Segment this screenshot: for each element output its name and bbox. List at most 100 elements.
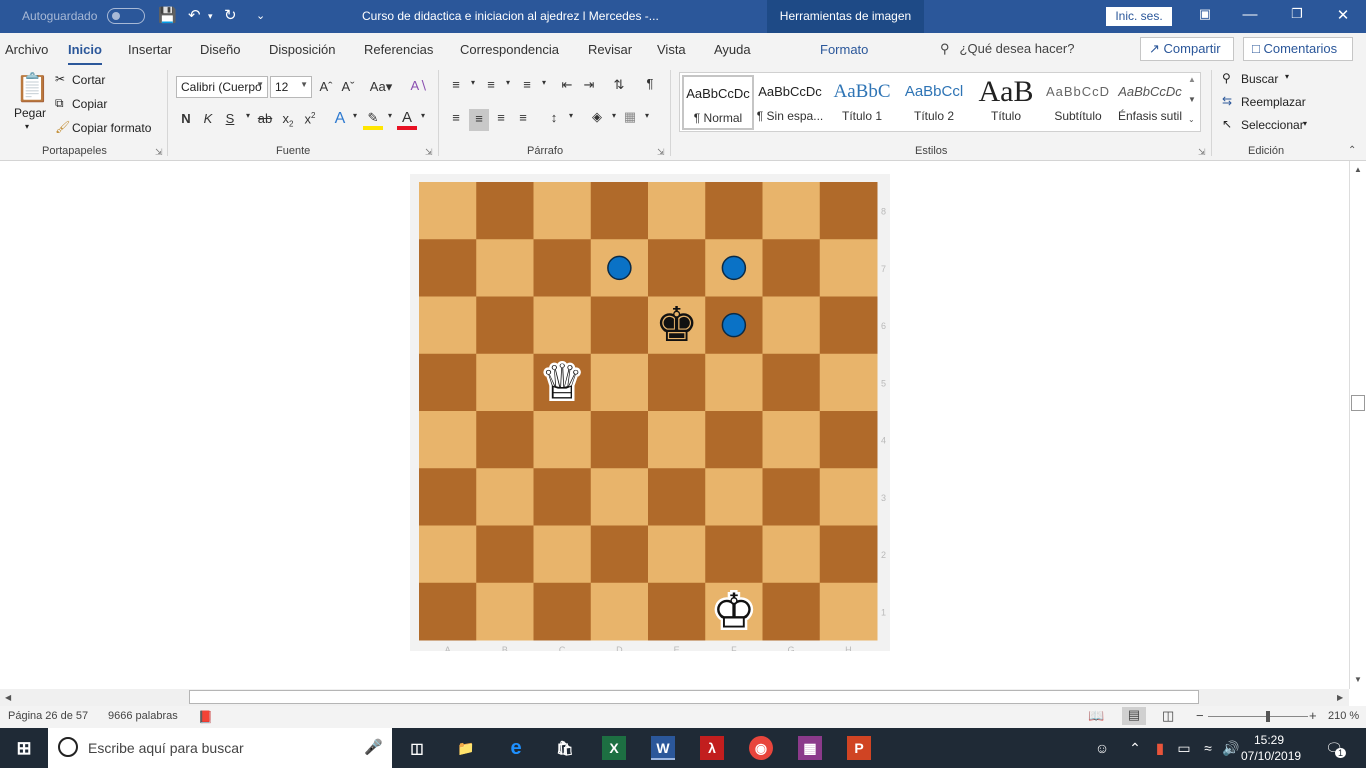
tell-me-search[interactable]: ⚲ ¿Qué desea hacer?	[940, 41, 1074, 57]
volume-icon[interactable]: 🔊	[1219, 736, 1243, 760]
replace-button[interactable]: Reemplazar	[1241, 95, 1306, 109]
style-no-spacing[interactable]: AaBbCcDc ¶ Sin espa...	[754, 75, 826, 130]
proofing-icon[interactable]: 📕	[198, 710, 213, 724]
zoom-out-icon[interactable]: −	[1196, 708, 1204, 723]
copy-button[interactable]: Copiar	[72, 97, 107, 111]
read-mode-icon[interactable]: 📖	[1088, 708, 1104, 724]
clipboard-launcher-icon[interactable]: ⇲	[155, 147, 163, 158]
style-normal[interactable]: AaBbCcDc ¶ Normal	[682, 75, 754, 130]
people-icon[interactable]: ☺	[1090, 736, 1114, 760]
task-view-icon[interactable]: ◫	[405, 736, 429, 760]
cut-button[interactable]: Cortar	[72, 73, 105, 87]
font-color-dropdown-icon[interactable]: ▾	[413, 111, 433, 120]
shrink-font-icon[interactable]: Aˇ	[338, 79, 358, 94]
show-formatting-button[interactable]: ¶	[640, 76, 660, 91]
scroll-down-icon[interactable]: ▼	[1354, 675, 1362, 684]
vertical-scrollbar[interactable]: ▲ ▼	[1349, 161, 1366, 689]
select-button[interactable]: Seleccionar	[1241, 118, 1304, 132]
restore-icon[interactable]: ❐	[1282, 6, 1312, 22]
windows-start-icon[interactable]: ⊞	[12, 736, 36, 760]
zoom-slider-thumb[interactable]	[1266, 711, 1270, 722]
subscript-button[interactable]: x2	[278, 111, 298, 129]
style-heading-1[interactable]: AaBbC Título 1	[826, 75, 898, 130]
clock[interactable]: 15:29 07/10/2019	[1241, 732, 1301, 764]
align-left-icon[interactable]: ≡	[446, 110, 466, 125]
decrease-indent-icon[interactable]: ⇤	[557, 77, 577, 93]
horizontal-scrollbar[interactable]: ◀ ▶	[0, 689, 1349, 706]
font-size-combo[interactable]: 12 ▼	[270, 76, 312, 98]
battery-icon[interactable]: ▭	[1172, 736, 1196, 760]
horizontal-scroll-thumb[interactable]	[189, 690, 1199, 704]
print-layout-icon[interactable]: ▤	[1122, 707, 1146, 725]
styles-more-icon[interactable]: ⌄	[1188, 115, 1195, 124]
format-painter-button[interactable]: Copiar formato	[72, 121, 151, 135]
powerpoint-icon[interactable]: P	[847, 736, 871, 760]
style-heading-2[interactable]: AaBbCcl Título 2	[898, 75, 970, 130]
customize-toolbar-icon[interactable]: ⌄	[256, 7, 265, 25]
underline-button[interactable]: S	[220, 111, 240, 126]
scroll-right-icon[interactable]: ▶	[1337, 693, 1343, 702]
close-icon[interactable]: ✕	[1328, 6, 1358, 24]
styles-scroll-up-icon[interactable]: ▲	[1188, 75, 1196, 84]
tab-diseno[interactable]: Diseño	[200, 42, 240, 57]
zoom-in-icon[interactable]: +	[1309, 708, 1317, 723]
microphone-icon[interactable]: 🎤	[364, 738, 383, 756]
store-icon[interactable]: 🛍	[553, 736, 577, 760]
collapse-ribbon-icon[interactable]: ⌃	[1348, 145, 1356, 156]
tab-insertar[interactable]: Insertar	[128, 42, 172, 57]
increase-indent-icon[interactable]: ⇥	[579, 77, 599, 93]
text-effects-dropdown-icon[interactable]: ▾	[345, 111, 365, 120]
paste-dropdown-icon[interactable]: ▾	[25, 122, 29, 131]
sort-icon[interactable]: ⇅	[609, 77, 629, 93]
chrome-icon[interactable]: ◉	[749, 736, 773, 760]
bold-button[interactable]: N	[176, 111, 196, 126]
share-button[interactable]: ↗ Compartir	[1140, 37, 1234, 61]
borders-dropdown-icon[interactable]: ▾	[637, 111, 657, 120]
style-subtle-emphasis[interactable]: AaBbCcDc Énfasis sutil	[1114, 75, 1186, 130]
winrar-icon[interactable]: ▦	[798, 736, 822, 760]
scroll-left-icon[interactable]: ◀	[5, 693, 11, 702]
vertical-scroll-thumb[interactable]	[1351, 395, 1365, 411]
scroll-up-icon[interactable]: ▲	[1354, 165, 1362, 174]
web-layout-icon[interactable]: ◫	[1162, 708, 1174, 724]
strikethrough-button[interactable]: ab	[255, 111, 275, 126]
styles-scroll-down-icon[interactable]: ▼	[1188, 95, 1196, 104]
excel-icon[interactable]: X	[602, 736, 626, 760]
show-hidden-icons[interactable]: ⌃	[1123, 736, 1147, 760]
redo-icon[interactable]: ↻	[224, 7, 237, 25]
style-title[interactable]: AaB Título	[970, 75, 1042, 130]
ribbon-display-icon[interactable]: ▣	[1190, 6, 1220, 22]
select-dropdown-icon[interactable]: ▾	[1303, 119, 1307, 128]
grow-font-icon[interactable]: Aˆ	[316, 79, 336, 94]
find-dropdown-icon[interactable]: ▾	[1285, 72, 1289, 81]
comments-button[interactable]: □ Comentarios	[1243, 37, 1353, 61]
zoom-slider[interactable]	[1208, 716, 1308, 717]
document-area[interactable]: 8 7 6 5 4 3 2 1 A B C D E F G H ♚ ♛ ♕ ♚ ♔	[0, 161, 1349, 689]
paragraph-launcher-icon[interactable]: ⇲	[657, 147, 665, 158]
paste-icon[interactable]: 📋	[15, 71, 50, 104]
tab-inicio[interactable]: Inicio	[68, 42, 102, 65]
undo-icon[interactable]: ↶	[188, 7, 201, 25]
zoom-level[interactable]: 210 %	[1328, 710, 1359, 722]
tab-revisar[interactable]: Revisar	[588, 42, 632, 57]
taskbar-search[interactable]: Escribe aquí para buscar 🎤	[48, 728, 392, 768]
style-subtitle[interactable]: AaBbCcD Subtítulo	[1042, 75, 1114, 130]
undo-dropdown-icon[interactable]: ▾	[208, 7, 213, 25]
numbering-dropdown-icon[interactable]: ▾	[498, 78, 518, 87]
align-center-icon[interactable]: ≡	[469, 109, 489, 131]
autosave-toggle[interactable]	[107, 8, 145, 24]
font-launcher-icon[interactable]: ⇲	[425, 147, 433, 158]
tab-vista[interactable]: Vista	[657, 42, 686, 57]
superscript-button[interactable]: x2	[300, 111, 320, 126]
tab-correspondencia[interactable]: Correspondencia	[460, 42, 559, 57]
tab-disposicion[interactable]: Disposición	[269, 42, 335, 57]
multilevel-dropdown-icon[interactable]: ▾	[534, 78, 554, 87]
word-count[interactable]: 9666 palabras	[108, 710, 178, 722]
bullets-dropdown-icon[interactable]: ▾	[463, 78, 483, 87]
word-icon[interactable]: W	[651, 736, 675, 760]
clear-formatting-icon[interactable]: A∖	[409, 78, 429, 94]
styles-launcher-icon[interactable]: ⇲	[1198, 147, 1206, 158]
font-name-combo[interactable]: Calibri (Cuerpo ▼	[176, 76, 268, 98]
save-icon[interactable]: 💾	[158, 7, 177, 25]
wifi-icon[interactable]: ≈	[1196, 736, 1220, 760]
